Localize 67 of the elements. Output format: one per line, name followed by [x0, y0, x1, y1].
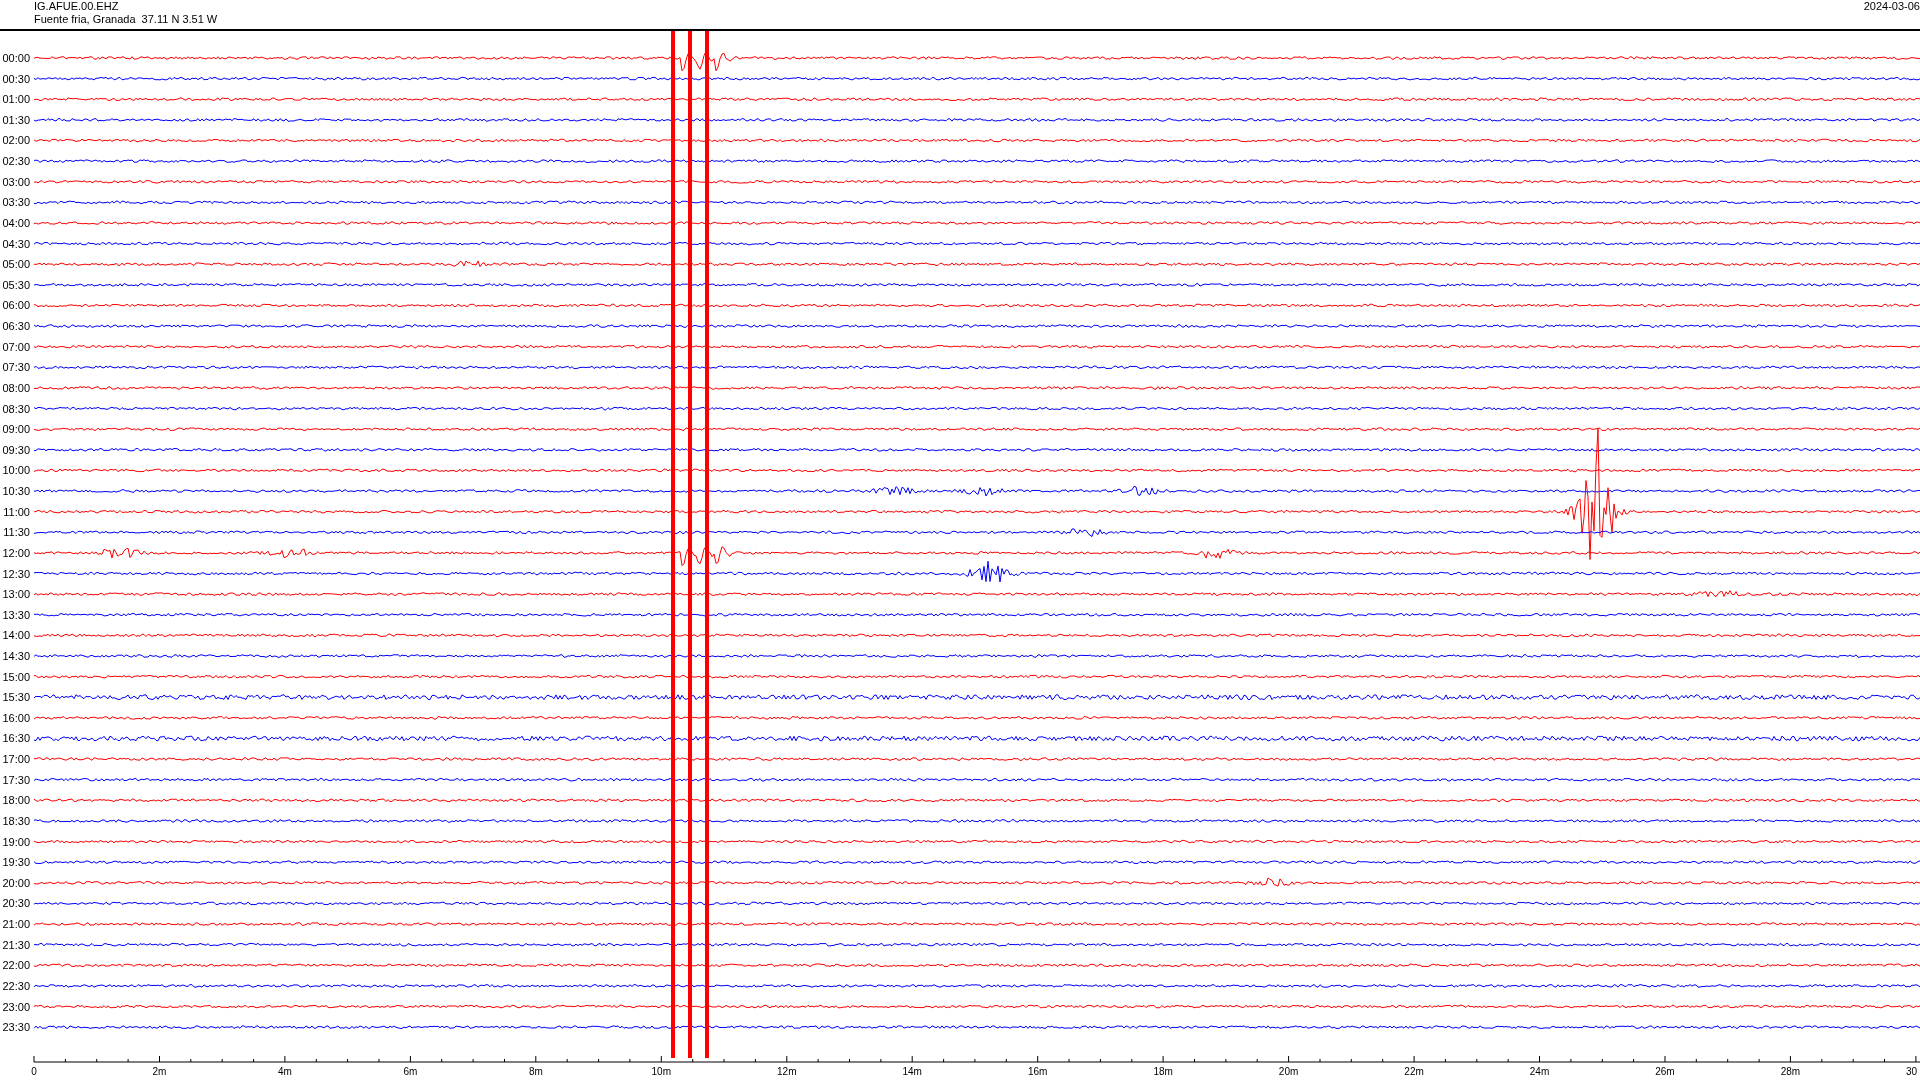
- axis-label: 30: [1906, 1066, 1918, 1077]
- time-label: 01:00: [2, 93, 30, 106]
- time-label: 22:00: [2, 959, 30, 972]
- time-label: 17:30: [2, 773, 30, 786]
- axis-label: 8m: [528, 1066, 543, 1077]
- time-label: 18:00: [2, 794, 30, 807]
- time-label: 03:30: [2, 196, 30, 209]
- time-label: 08:30: [2, 402, 30, 415]
- time-label: 10:30: [2, 485, 30, 497]
- axis-label: 24m: [1529, 1066, 1550, 1077]
- time-label: 14:00: [2, 629, 30, 642]
- time-label: 14:30: [2, 650, 30, 662]
- time-label: 11:30: [3, 526, 30, 539]
- time-label: 02:00: [2, 134, 30, 147]
- axis-label: 22m: [1404, 1066, 1424, 1077]
- time-label: 23:30: [2, 1021, 30, 1034]
- time-label: 01:30: [2, 113, 30, 126]
- station-code: IG.AFUE.00.EHZ: [34, 0, 120, 13]
- time-label: 00:30: [2, 72, 30, 85]
- axis-label: 28m: [1780, 1066, 1801, 1077]
- axis-label: 2m: [152, 1066, 167, 1077]
- time-label: 04:00: [2, 216, 30, 229]
- axis-label: 6m: [403, 1066, 418, 1077]
- time-label: 05:00: [2, 258, 30, 271]
- time-label: 07:00: [2, 340, 30, 353]
- time-label: 20:30: [2, 897, 30, 910]
- time-label: 12:00: [2, 546, 30, 559]
- time-label: 15:00: [2, 670, 30, 683]
- axis-label: 16m: [1027, 1066, 1048, 1077]
- time-label: 04:30: [2, 237, 30, 250]
- axis-label: 0: [31, 1066, 37, 1077]
- time-label: 00:00: [2, 52, 30, 64]
- time-label: 11:00: [3, 505, 30, 518]
- time-label: 16:30: [2, 732, 30, 745]
- time-label: 20:00: [2, 876, 30, 889]
- time-label: 21:30: [2, 938, 30, 951]
- time-label: 13:30: [2, 608, 30, 621]
- axis-label: 4m: [277, 1066, 292, 1077]
- time-label: 05:30: [2, 278, 30, 291]
- date-label: 2024-03-06: [1863, 0, 1920, 13]
- time-label: 19:00: [2, 835, 30, 848]
- time-label: 06:00: [2, 299, 30, 312]
- time-label: 07:30: [2, 361, 30, 374]
- time-label: 17:00: [2, 753, 30, 766]
- time-label: 09:30: [2, 443, 30, 456]
- axis-label: 18m: [1153, 1066, 1173, 1077]
- time-label: 21:00: [2, 918, 30, 931]
- time-label: 03:00: [2, 175, 30, 188]
- time-label: 15:30: [2, 691, 30, 704]
- axis-label: 26m: [1655, 1066, 1675, 1077]
- time-label: 02:30: [2, 155, 30, 168]
- time-label: 13:00: [2, 588, 30, 601]
- time-label: 12:30: [2, 567, 30, 580]
- axis-label: 20m: [1278, 1066, 1299, 1077]
- time-label: 22:30: [2, 979, 30, 992]
- time-label: 06:30: [2, 320, 30, 333]
- axis-label: 10m: [651, 1066, 672, 1077]
- time-label: 16:00: [2, 711, 30, 724]
- time-label: 09:00: [2, 423, 30, 436]
- time-label: 18:30: [2, 814, 30, 827]
- time-label: 19:30: [2, 856, 30, 869]
- time-label: 10:00: [2, 464, 30, 477]
- time-label: 23:00: [2, 1000, 30, 1013]
- time-label: 08:00: [2, 381, 30, 394]
- axis-label: 14m: [902, 1066, 922, 1077]
- station-location: Fuente fria, Granada 37.11 N 3.51 W: [34, 13, 218, 26]
- axis-label: 12m: [777, 1066, 797, 1077]
